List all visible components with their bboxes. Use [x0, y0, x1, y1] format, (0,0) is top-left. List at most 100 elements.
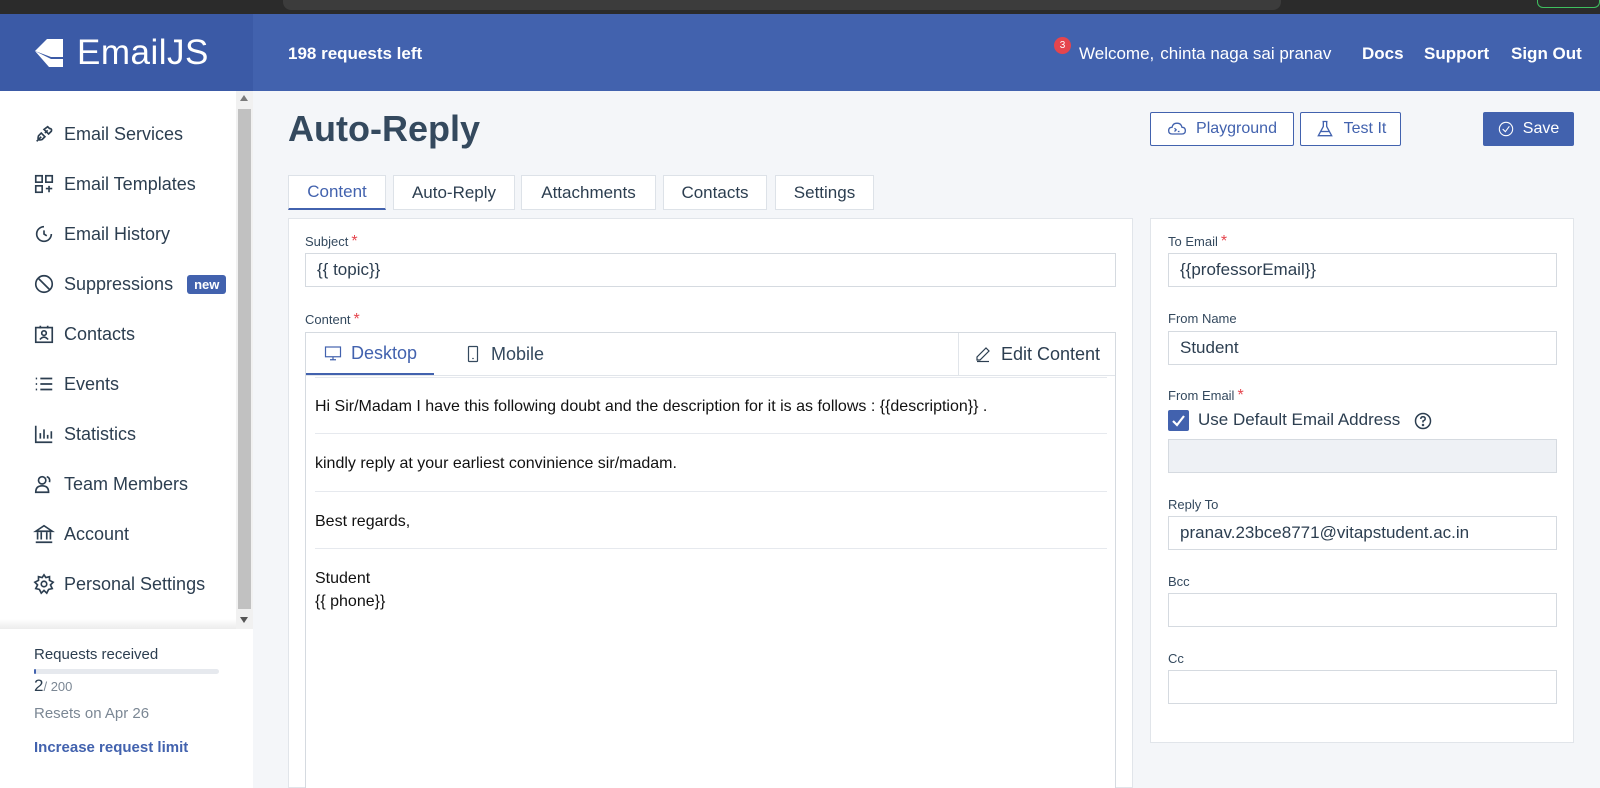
tab-attachments[interactable]: Attachments	[521, 175, 656, 210]
browser-extension-button[interactable]	[1537, 0, 1600, 8]
mobile-tab-label: Mobile	[491, 343, 545, 364]
scrollbar-thumb[interactable]	[238, 109, 251, 609]
tab-content[interactable]: Content	[288, 175, 386, 210]
sidebar-item-account[interactable]: Account	[33, 519, 129, 549]
scroll-down-arrow-icon[interactable]	[240, 617, 248, 623]
flask-icon	[1316, 120, 1333, 137]
templates-icon	[34, 174, 54, 194]
content-label: Content *	[305, 311, 360, 329]
test-it-button[interactable]: Test It	[1300, 112, 1401, 146]
mobile-preview-tab[interactable]: Mobile	[464, 333, 564, 375]
sidebar: Email Services Email Templates Email His…	[0, 91, 253, 788]
requests-progress-bar	[34, 669, 219, 674]
list-icon	[35, 377, 53, 391]
team-icon	[34, 475, 51, 494]
requests-total: / 200	[43, 679, 73, 694]
body-line: Student	[315, 570, 371, 587]
sidebar-item-email-templates[interactable]: Email Templates	[33, 169, 196, 199]
history-icon	[35, 225, 53, 243]
sidebar-item-label: Statistics	[64, 423, 137, 444]
check-circle-icon	[1498, 121, 1513, 137]
body-line: Hi Sir/Madam I have this following doubt…	[315, 398, 988, 415]
sidebar-item-label: Email History	[64, 223, 171, 244]
tab-contacts[interactable]: Contacts	[663, 175, 767, 210]
help-icon[interactable]	[1414, 412, 1432, 430]
welcome-text: Welcome, chinta naga sai pranav	[1079, 44, 1331, 64]
subject-label: Subject *	[305, 233, 358, 251]
plug-icon	[36, 125, 53, 142]
sidebar-nav: Email Services Email Templates Email His…	[0, 91, 236, 629]
tab-settings[interactable]: Settings	[775, 175, 874, 210]
sidebar-item-personal-settings[interactable]: Personal Settings	[33, 569, 205, 599]
support-link[interactable]: Support	[1424, 44, 1489, 64]
sidebar-item-label: Account	[64, 523, 130, 544]
reply-to-input[interactable]: pranav.23bce8771@vitapstudent.ac.in	[1168, 516, 1557, 550]
reset-date-text: Resets on Apr 26	[34, 705, 150, 722]
body-line: {{ phone}}	[315, 593, 386, 610]
playground-label: Playground	[1196, 120, 1277, 137]
pencil-icon	[976, 347, 990, 363]
sidebar-item-label: Events	[64, 373, 120, 394]
user-name[interactable]: chinta naga sai pranav	[1160, 44, 1331, 63]
sidebar-scrollbar[interactable]	[236, 91, 253, 629]
sign-out-link[interactable]: Sign Out	[1511, 44, 1582, 64]
sidebar-item-suppressions[interactable]: Suppressions new	[33, 269, 227, 299]
sidebar-item-team-members[interactable]: Team Members	[33, 469, 188, 499]
notification-badge[interactable]: 3	[1054, 37, 1071, 54]
desktop-tab-label: Desktop	[351, 342, 418, 363]
content-editor: Desktop Mobile Edit Content Hi Sir/Madam…	[305, 332, 1116, 788]
divider	[315, 377, 1107, 378]
desktop-preview-tab[interactable]: Desktop	[306, 333, 434, 375]
required-marker: *	[353, 311, 360, 328]
scroll-up-arrow-icon[interactable]	[240, 95, 248, 101]
mobile-phone-icon	[467, 345, 479, 363]
brand-name: EmailJS	[77, 32, 209, 72]
browser-address-bar[interactable]	[283, 0, 1281, 10]
to-email-label-text: To Email	[1168, 234, 1218, 249]
brand-logo[interactable]: EmailJS	[0, 14, 253, 91]
to-email-input[interactable]: {{professorEmail}}	[1168, 253, 1557, 287]
contacts-icon	[34, 325, 54, 344]
sidebar-item-events[interactable]: Events	[33, 369, 119, 399]
top-header: EmailJS 198 requests left 3 Welcome, chin…	[0, 14, 1600, 91]
tab-auto-reply[interactable]: Auto-Reply	[393, 175, 515, 210]
required-marker: *	[1220, 233, 1228, 250]
from-email-input	[1168, 439, 1557, 473]
divider	[315, 491, 1107, 492]
increase-request-limit-link[interactable]: Increase request limit	[34, 739, 188, 756]
welcome-label: Welcome,	[1079, 44, 1155, 63]
subject-input[interactable]: {{ topic}}	[305, 253, 1116, 287]
playground-button[interactable]: Playground	[1150, 112, 1294, 146]
cloud-icon	[1168, 122, 1187, 135]
from-name-input[interactable]: Student	[1168, 331, 1557, 365]
subject-label-text: Subject	[305, 234, 349, 249]
emailjs-logo-icon	[35, 38, 63, 67]
requests-count: 2/ 200	[34, 676, 72, 696]
use-default-email-label[interactable]: Use Default Email Address	[1198, 410, 1400, 430]
sidebar-item-contacts[interactable]: Contacts	[33, 319, 135, 349]
monitor-icon	[324, 346, 342, 361]
settings-panel	[1150, 218, 1574, 743]
save-button[interactable]: Save	[1483, 112, 1574, 146]
requests-progress-fill	[34, 669, 36, 674]
sidebar-item-email-history[interactable]: Email History	[33, 219, 170, 249]
test-it-label: Test It	[1343, 120, 1387, 137]
docs-link[interactable]: Docs	[1362, 44, 1404, 64]
bcc-input[interactable]	[1168, 593, 1557, 627]
edit-content-label: Edit Content	[1000, 343, 1101, 364]
from-name-label: From Name	[1168, 311, 1237, 326]
cc-input[interactable]	[1168, 670, 1557, 704]
from-email-label-text: From Email	[1168, 388, 1235, 403]
use-default-email-checkbox[interactable]	[1168, 410, 1189, 431]
block-icon	[34, 274, 54, 294]
requests-left-text: 198 requests left	[288, 44, 423, 63]
browser-chrome-strip	[0, 0, 1600, 14]
edit-content-button[interactable]: Edit Content	[958, 333, 1115, 375]
sidebar-item-statistics[interactable]: Statistics	[33, 419, 136, 449]
new-badge: new	[187, 274, 227, 294]
usage-summary: Requests received 2/ 200 Resets on Apr 2…	[0, 629, 253, 788]
save-label: Save	[1522, 120, 1560, 137]
sidebar-item-email-services[interactable]: Email Services	[33, 119, 183, 149]
sidebar-item-label: Email Templates	[64, 173, 196, 194]
sidebar-item-label: Team Members	[64, 473, 189, 494]
